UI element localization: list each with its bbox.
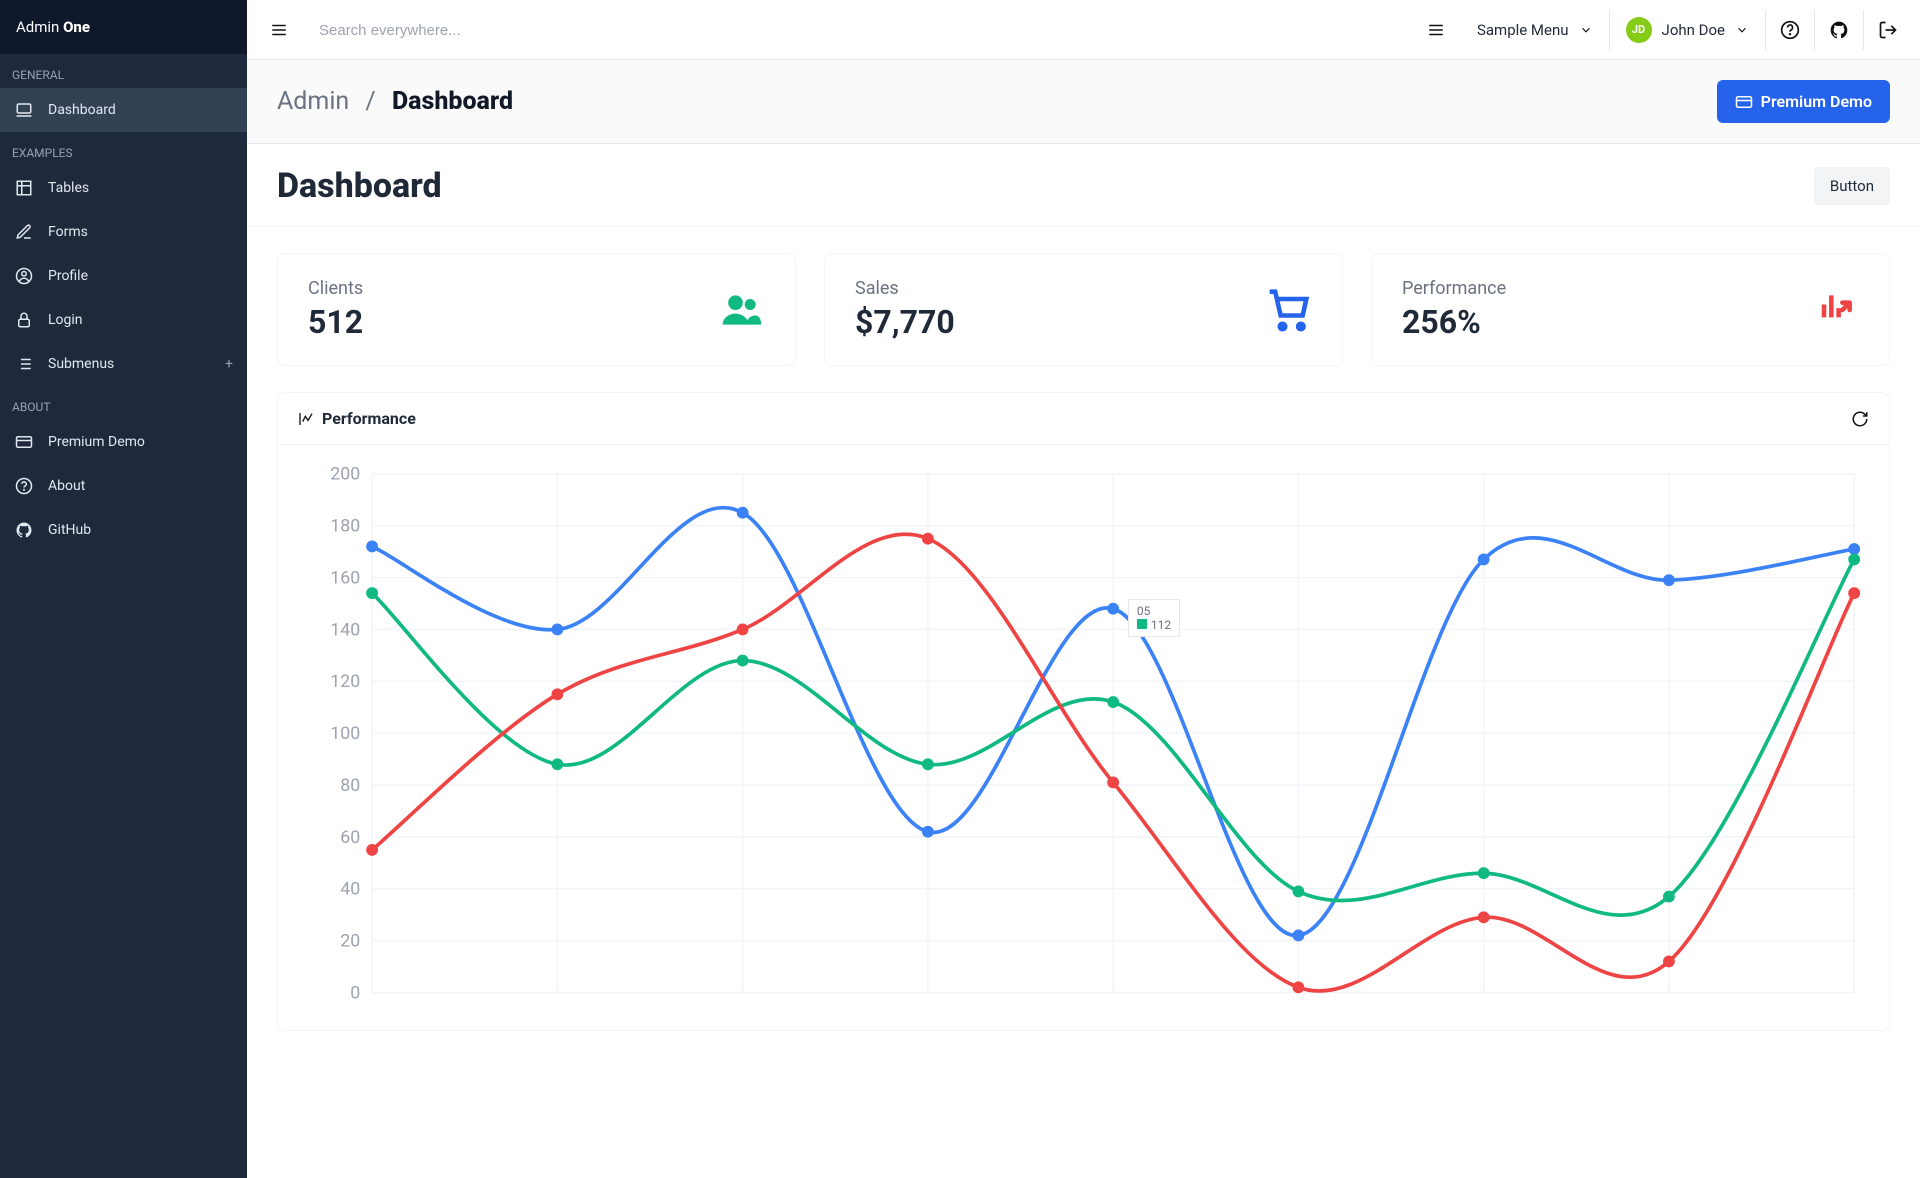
chart-title: Performance bbox=[298, 409, 416, 428]
sidebar-item-tables[interactable]: Tables bbox=[0, 166, 247, 210]
page-title: Dashboard bbox=[277, 166, 442, 206]
sidebar-item-about[interactable]: About bbox=[0, 464, 247, 508]
trend-icon bbox=[1811, 286, 1859, 334]
user-menu[interactable]: JD John Doe bbox=[1610, 0, 1765, 59]
sidebar-item-profile[interactable]: Profile bbox=[0, 254, 247, 298]
svg-text:0: 0 bbox=[350, 983, 360, 1003]
help-icon[interactable] bbox=[1766, 0, 1814, 59]
sidebar-item-label: Dashboard bbox=[48, 102, 116, 118]
people-icon bbox=[717, 286, 765, 334]
svg-text:20: 20 bbox=[340, 932, 360, 952]
card-label: Clients bbox=[308, 278, 363, 299]
user-name: John Doe bbox=[1662, 21, 1725, 39]
svg-text:40: 40 bbox=[340, 880, 360, 900]
svg-text:140: 140 bbox=[330, 620, 360, 640]
svg-text:60: 60 bbox=[340, 828, 360, 848]
edit-icon bbox=[14, 222, 34, 242]
sidebar-item-label: About bbox=[48, 478, 85, 494]
stat-cards: Clients 512 Sales $7,770 Performance 256% bbox=[247, 227, 1920, 392]
breadcrumb: Admin / Dashboard bbox=[277, 87, 513, 116]
sidebar-item-forms[interactable]: Forms bbox=[0, 210, 247, 254]
card-icon bbox=[14, 432, 34, 452]
stat-card-performance: Performance 256% bbox=[1371, 253, 1890, 366]
sidebar-item-label: Tables bbox=[48, 180, 89, 196]
svg-text:160: 160 bbox=[330, 568, 360, 588]
sidebar-item-submenus[interactable]: Submenus + bbox=[0, 342, 247, 386]
sample-menu-dropdown[interactable]: Sample Menu bbox=[1461, 0, 1609, 59]
hamburger-icon[interactable] bbox=[1411, 0, 1461, 59]
sidebar-item-login[interactable]: Login bbox=[0, 298, 247, 342]
sidebar-item-github[interactable]: GitHub bbox=[0, 508, 247, 552]
search-container bbox=[303, 20, 1411, 39]
sidebar-item-label: Forms bbox=[48, 224, 88, 240]
stat-card-clients: Clients 512 bbox=[277, 253, 796, 366]
svg-text:120: 120 bbox=[330, 672, 360, 692]
chevron-down-icon bbox=[1579, 23, 1593, 37]
title-bar: Dashboard Button bbox=[247, 144, 1920, 227]
sidebar-section-label: EXAMPLES bbox=[0, 132, 247, 166]
button[interactable]: Button bbox=[1814, 167, 1890, 205]
svg-text:180: 180 bbox=[330, 517, 360, 537]
plus-icon: + bbox=[225, 356, 233, 372]
sidebar: Admin One GENERAL Dashboard EXAMPLES Tables… bbox=[0, 0, 247, 1178]
card-icon bbox=[1735, 93, 1753, 111]
avatar: JD bbox=[1626, 17, 1652, 43]
breadcrumb-bar: Admin / Dashboard Premium Demo bbox=[247, 60, 1920, 144]
sidebar-item-label: Submenus bbox=[48, 356, 114, 372]
card-label: Performance bbox=[1402, 278, 1506, 299]
sidebar-section-label: ABOUT bbox=[0, 386, 247, 420]
github-icon bbox=[14, 520, 34, 540]
performance-chart: 0 20 40 60 80 100 120 140 160 180 200 bbox=[298, 459, 1869, 1022]
list-icon bbox=[14, 354, 34, 374]
sidebar-item-label: Login bbox=[48, 312, 83, 328]
cart-icon bbox=[1264, 286, 1312, 334]
sample-menu-label: Sample Menu bbox=[1477, 21, 1569, 39]
premium-demo-button[interactable]: Premium Demo bbox=[1717, 80, 1890, 123]
logo: Admin One bbox=[0, 0, 247, 54]
topbar: Sample Menu JD John Doe bbox=[247, 0, 1920, 60]
card-value: 512 bbox=[308, 303, 363, 341]
performance-chart-card: Performance 020406080100120140160180200 … bbox=[277, 392, 1890, 1031]
table-icon bbox=[14, 178, 34, 198]
logout-icon[interactable] bbox=[1864, 0, 1912, 59]
help-icon bbox=[14, 476, 34, 496]
svg-text:80: 80 bbox=[340, 776, 360, 796]
sidebar-item-label: GitHub bbox=[48, 522, 91, 538]
sidebar-item-label: Premium Demo bbox=[48, 434, 145, 450]
card-label: Sales bbox=[855, 278, 955, 299]
svg-text:200: 200 bbox=[330, 465, 360, 485]
lock-icon bbox=[14, 310, 34, 330]
account-icon bbox=[14, 266, 34, 286]
sidebar-item-dashboard[interactable]: Dashboard bbox=[0, 88, 247, 132]
breadcrumb-current: Dashboard bbox=[392, 87, 513, 116]
card-value: 256% bbox=[1402, 303, 1506, 341]
stat-card-sales: Sales $7,770 bbox=[824, 253, 1343, 366]
card-value: $7,770 bbox=[855, 303, 955, 341]
github-icon[interactable] bbox=[1815, 0, 1863, 59]
breadcrumb-root[interactable]: Admin bbox=[277, 87, 349, 116]
finance-icon bbox=[298, 411, 314, 427]
sidebar-item-label: Profile bbox=[48, 268, 88, 284]
svg-text:100: 100 bbox=[330, 724, 360, 744]
sidebar-item-premium-demo[interactable]: Premium Demo bbox=[0, 420, 247, 464]
reload-icon[interactable] bbox=[1851, 410, 1869, 428]
search-input[interactable] bbox=[319, 22, 1395, 39]
chevron-down-icon bbox=[1735, 23, 1749, 37]
menu-toggle-icon[interactable] bbox=[255, 0, 303, 59]
monitor-icon bbox=[14, 100, 34, 120]
sidebar-section-label: GENERAL bbox=[0, 54, 247, 88]
